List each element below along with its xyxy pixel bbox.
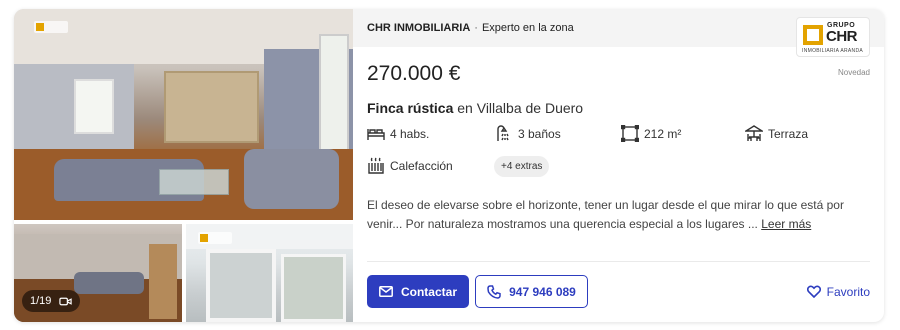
photo-counter-text: 1/19 [30,295,52,307]
listing-card[interactable]: 1/19 CHR INMOBILIARIA · Experto en la zo… [14,9,884,322]
photo-sofa-right [244,149,339,209]
heating-icon [368,157,384,174]
price: 270.000 € [367,62,461,85]
agency-tagline: Experto en la zona [481,22,574,34]
watermark-logo [34,21,68,33]
bed-icon [367,129,385,140]
photo-gallery[interactable]: 1/19 [14,9,353,322]
contact-button[interactable]: Contactar [367,275,469,308]
agency-name[interactable]: CHR INMOBILIARIA [367,22,470,34]
feature-heating: Calefacción [367,157,453,174]
logo-text-sub: INMOBILIARIA ARANDA [802,48,863,54]
feature-area: 212 m² [621,125,681,142]
photo-counter: 1/19 [22,290,81,312]
area-icon [621,125,639,142]
listing-description: El deseo de elevarse sobre el horizonte,… [367,196,867,234]
extras-badge[interactable]: +4 extras [494,156,550,177]
photo-shelf [164,71,259,143]
terrace-icon [745,125,763,141]
shower-icon [497,125,509,141]
thumbnail-photo-2[interactable] [186,224,353,322]
heart-icon [806,285,821,298]
status-badge: Novedad [837,68,870,77]
listing-title[interactable]: Finca rústica en Villalba de Duero [367,100,583,116]
feature-bathrooms: 3 baños [495,125,561,142]
logo-mark-icon [803,25,823,45]
watermark-logo [198,232,232,244]
mail-icon [379,286,393,297]
photo-window [74,79,114,134]
feature-bedrooms: 4 habs. [367,125,429,142]
phone-button[interactable]: 947 946 089 [475,275,588,308]
photo-window [281,254,346,322]
photo-sofa [74,272,144,294]
feature-label: 4 habs. [390,126,430,141]
feature-label: Calefacción [390,158,453,173]
favorite-button[interactable]: Favorito [806,275,870,308]
read-more-link[interactable]: Leer más [761,217,811,231]
main-photo[interactable] [14,9,353,220]
photo-window-right [319,34,349,164]
photo-door [149,244,177,319]
photo-door-frame [206,249,276,322]
contact-button-label: Contactar [400,284,457,299]
photo-table [159,169,229,195]
listing-info: CHR INMOBILIARIA · Experto en la zona GR… [353,9,884,322]
property-type: Finca rústica [367,100,454,116]
property-location: en Villalba de Duero [457,100,584,116]
divider [367,261,870,262]
favorite-label: Favorito [826,284,870,299]
agency-logo[interactable]: GRUPO CHR INMOBILIARIA ARANDA [796,17,870,57]
thumbnail-photo-1[interactable]: 1/19 [14,224,182,322]
feature-label: 212 m² [644,126,682,141]
separator: · [474,22,478,34]
video-icon [59,297,73,305]
logo-text-chr: CHR [826,28,858,45]
feature-label: 3 baños [518,126,561,141]
phone-number: 947 946 089 [509,284,576,299]
feature-terrace: Terraza [745,125,808,142]
feature-label: Terraza [768,126,809,141]
phone-icon [487,284,501,299]
